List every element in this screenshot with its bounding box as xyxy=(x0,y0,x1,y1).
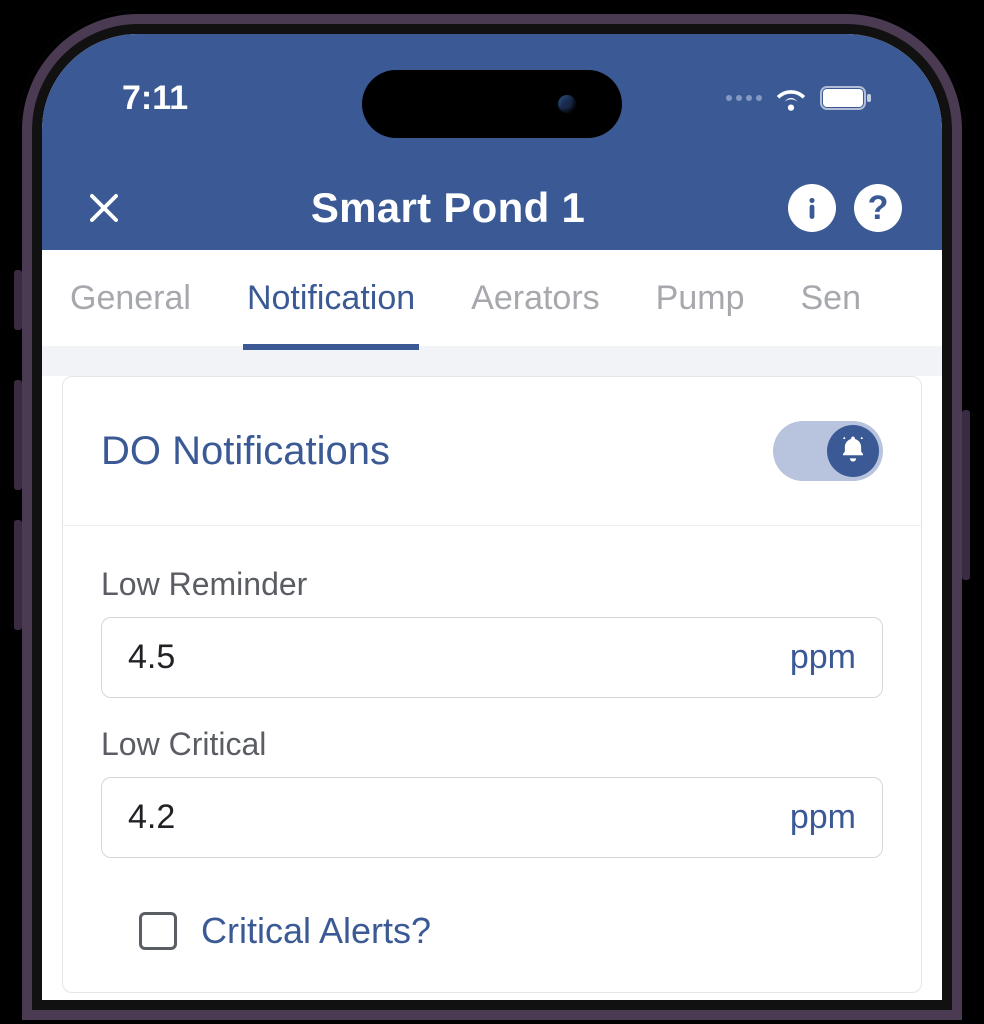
tab-bar: General Notification Aerators Pump Sen xyxy=(42,250,942,346)
low-reminder-field: Low Reminder ppm xyxy=(101,566,883,698)
critical-alerts-label[interactable]: Critical Alerts? xyxy=(201,910,431,952)
close-button[interactable] xyxy=(82,186,126,230)
low-reminder-unit: ppm xyxy=(790,638,856,677)
tab-divider xyxy=(42,346,942,376)
wifi-icon xyxy=(774,85,808,111)
low-reminder-label: Low Reminder xyxy=(101,566,883,603)
tab-general[interactable]: General xyxy=(62,269,199,328)
screen: 7:11 Smart Pond 1 xyxy=(42,34,942,1000)
page-title: Smart Pond 1 xyxy=(126,184,770,232)
app-header: 7:11 Smart Pond 1 xyxy=(42,34,942,250)
phone-volume-down-button xyxy=(14,520,22,630)
help-button[interactable]: ? xyxy=(854,184,902,232)
phone-side-button xyxy=(14,270,22,330)
low-critical-unit: ppm xyxy=(790,798,856,837)
cellular-signal-icon xyxy=(726,95,762,101)
phone-frame: 7:11 Smart Pond 1 xyxy=(18,10,966,1024)
critical-alerts-checkbox[interactable] xyxy=(139,912,177,950)
info-button[interactable] xyxy=(788,184,836,232)
status-time: 7:11 xyxy=(122,79,188,118)
card-title: DO Notifications xyxy=(101,429,390,474)
tab-pump[interactable]: Pump xyxy=(648,269,753,328)
phone-volume-up-button xyxy=(14,380,22,490)
do-notifications-toggle[interactable] xyxy=(773,421,883,481)
low-reminder-value[interactable] xyxy=(128,638,638,677)
tab-aerators[interactable]: Aerators xyxy=(463,269,608,328)
phone-power-button xyxy=(962,410,970,580)
low-critical-value[interactable] xyxy=(128,798,638,837)
bell-icon xyxy=(838,434,868,469)
battery-icon xyxy=(820,86,872,110)
dynamic-island xyxy=(362,70,622,138)
do-notifications-card: DO Notifications Low Reminder xyxy=(62,376,922,993)
tab-sensors-truncated[interactable]: Sen xyxy=(793,269,870,328)
low-critical-field: Low Critical ppm xyxy=(101,726,883,858)
low-critical-input[interactable]: ppm xyxy=(101,777,883,858)
tab-notification[interactable]: Notification xyxy=(239,269,423,328)
low-reminder-input[interactable]: ppm xyxy=(101,617,883,698)
low-critical-label: Low Critical xyxy=(101,726,883,763)
